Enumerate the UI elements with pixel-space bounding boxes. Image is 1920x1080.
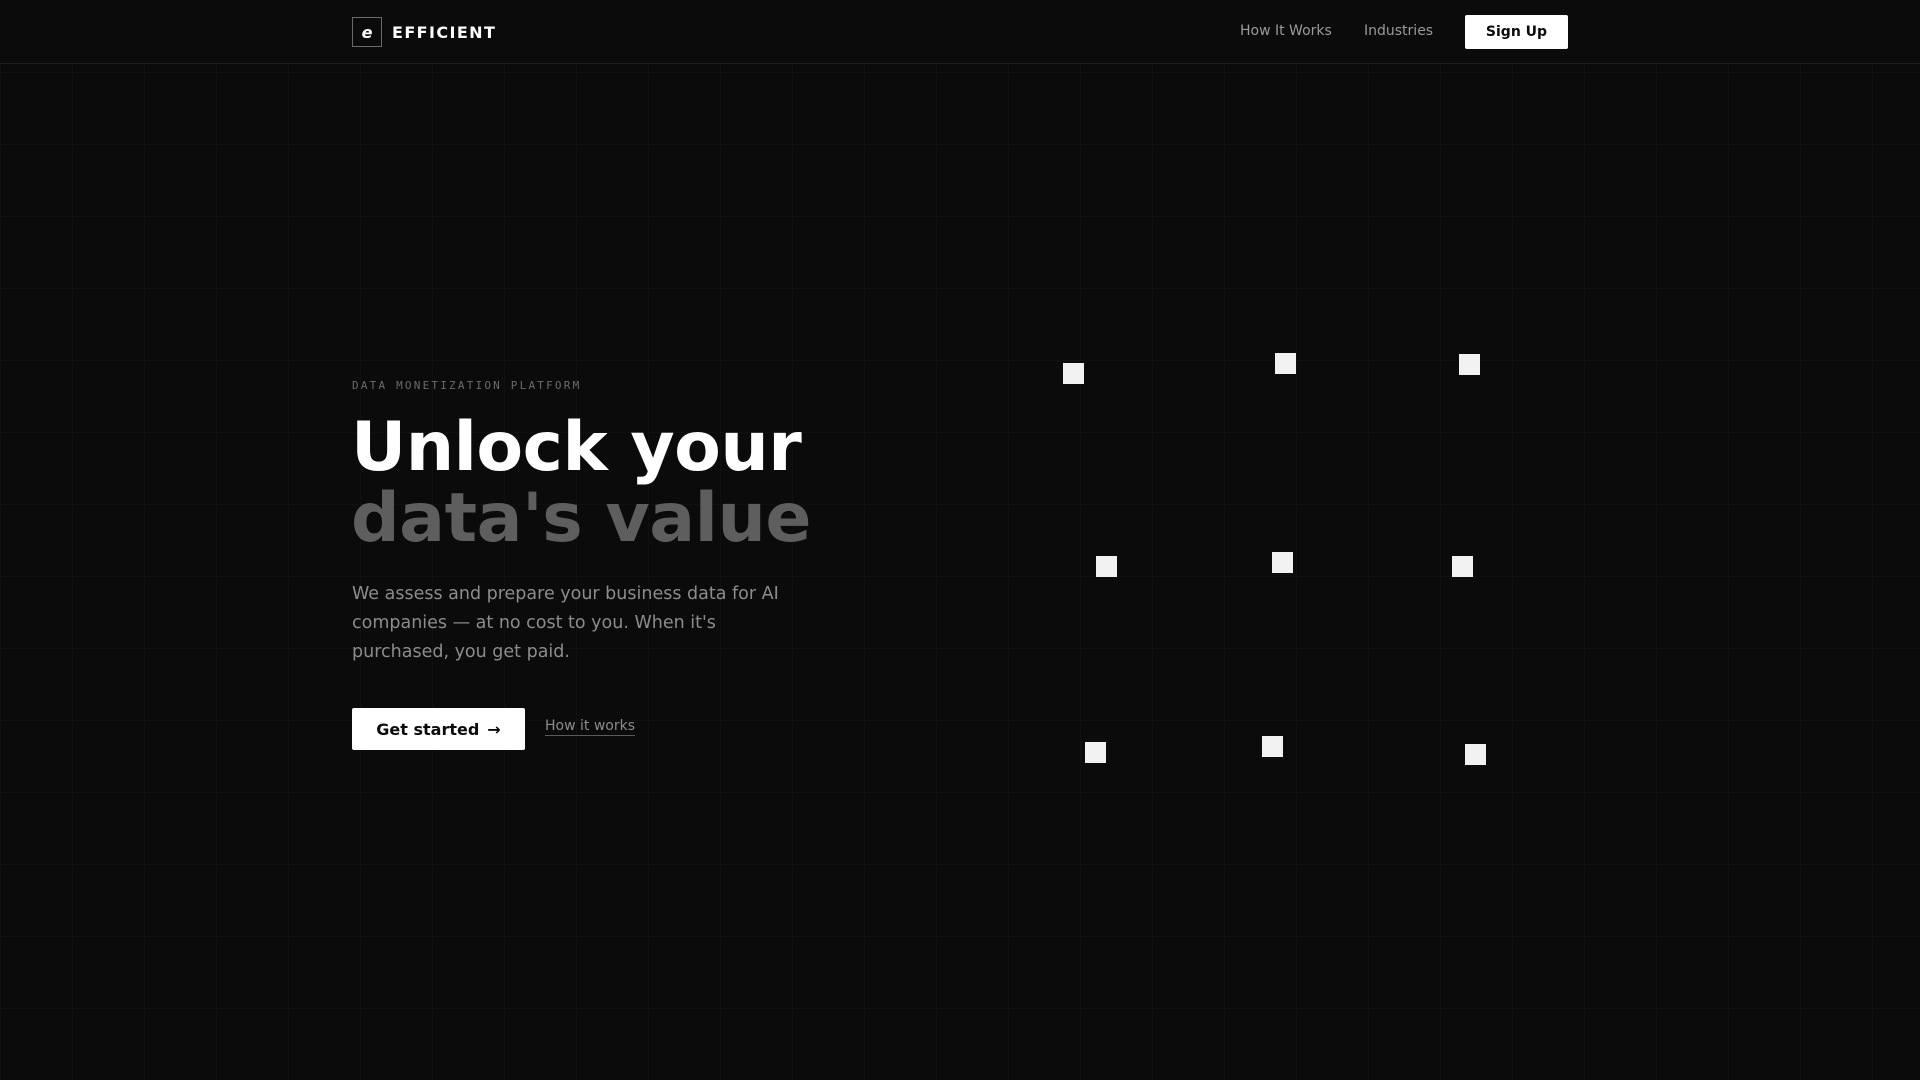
grid-dot [1262,736,1283,757]
hero-description: We assess and prepare your business data… [352,584,779,662]
nav-link-industries[interactable]: Industries [1364,23,1433,39]
grid-dot [1459,354,1480,375]
logo-mark-icon: e [352,17,382,47]
grid-dot [1096,556,1117,577]
get-started-label: Get started [376,719,480,739]
get-started-button[interactable]: Get started → [352,708,525,750]
sign-up-button[interactable]: Sign Up [1465,15,1568,49]
brand-name: EFFICIENT [392,22,497,42]
grid-dot [1465,744,1486,765]
arrow-right-icon: → [487,719,501,739]
top-nav: e EFFICIENT How It Works Industries Sign… [0,0,1920,64]
grid-dot [1452,556,1473,577]
grid-dot [1085,742,1106,763]
grid-dot [1272,552,1293,573]
how-it-works-link[interactable]: How it works [545,718,635,736]
headline-line-2: data's value [351,479,811,558]
hero-headline: Unlock your data's value [351,412,911,554]
grid-dot [1063,363,1084,384]
grid-dot [1275,353,1296,374]
hero-eyebrow: DATA MONETIZATION PLATFORM [352,379,582,392]
nav-link-how-it-works[interactable]: How It Works [1240,23,1332,39]
headline-line-1: Unlock your [351,408,802,487]
logo[interactable]: e EFFICIENT [352,17,496,47]
